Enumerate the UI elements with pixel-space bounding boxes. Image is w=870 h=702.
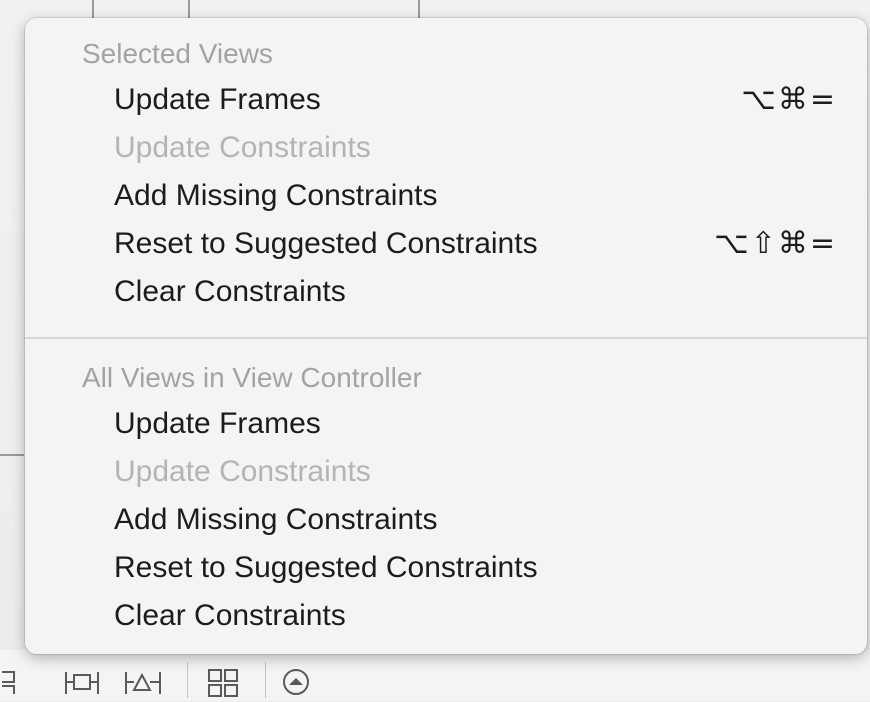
pin-icon[interactable] [64, 668, 104, 696]
align-icon[interactable] [0, 668, 22, 696]
menu-item-update-frames-all[interactable]: Update Frames [25, 400, 867, 448]
menu-item-label: Clear Constraints [114, 275, 346, 308]
menu-item-update-frames[interactable]: Update Frames ⌥⌘= [25, 76, 867, 124]
menu-item-clear-constraints[interactable]: Clear Constraints [25, 268, 867, 316]
menu-item-label: Update Constraints [114, 131, 371, 164]
menu-item-add-missing-constraints-all[interactable]: Add Missing Constraints [25, 496, 867, 544]
section-header-all-views: All Views in View Controller [82, 362, 422, 393]
menu-item-label: Update Constraints [114, 455, 371, 488]
menu-item-reset-to-suggested-constraints-all[interactable]: Reset to Suggested Constraints [25, 544, 867, 592]
resizing-behavior-icon[interactable] [280, 668, 314, 696]
menu-item-label: Add Missing Constraints [114, 179, 438, 212]
keyboard-shortcut: ⌥⇧⌘= [714, 226, 837, 261]
menu-item-label: Clear Constraints [114, 599, 346, 632]
menu-item-add-missing-constraints[interactable]: Add Missing Constraints [25, 172, 867, 220]
keyboard-shortcut: ⌥⌘= [741, 82, 837, 117]
resolve-auto-layout-icon[interactable] [124, 668, 172, 696]
canvas-guide-line [418, 0, 420, 18]
menu-item-label: Add Missing Constraints [114, 503, 438, 536]
menu-item-update-constraints-all: Update Constraints [25, 448, 867, 496]
canvas-guide-line [92, 0, 94, 18]
menu-item-update-constraints: Update Constraints [25, 124, 867, 172]
menu-separator [25, 337, 867, 339]
menu-item-label: Reset to Suggested Constraints [114, 551, 538, 584]
toolbar-separator [265, 662, 266, 698]
canvas-guide-line [0, 454, 24, 456]
menu-item-clear-constraints-all[interactable]: Clear Constraints [25, 592, 867, 640]
section-header-selected-views: Selected Views [82, 38, 273, 69]
menu-item-label: Update Frames [114, 83, 321, 116]
menu-item-label: Reset to Suggested Constraints [114, 227, 538, 260]
canvas-guide-line [188, 0, 190, 18]
menu-item-label: Update Frames [114, 407, 321, 440]
embed-in-stack-icon[interactable] [207, 668, 241, 697]
toolbar-separator [187, 662, 188, 698]
resolve-auto-layout-menu: Selected Views Update Frames ⌥⌘= Update … [25, 18, 867, 654]
menu-item-reset-to-suggested-constraints[interactable]: Reset to Suggested Constraints ⌥⇧⌘= [25, 220, 867, 268]
